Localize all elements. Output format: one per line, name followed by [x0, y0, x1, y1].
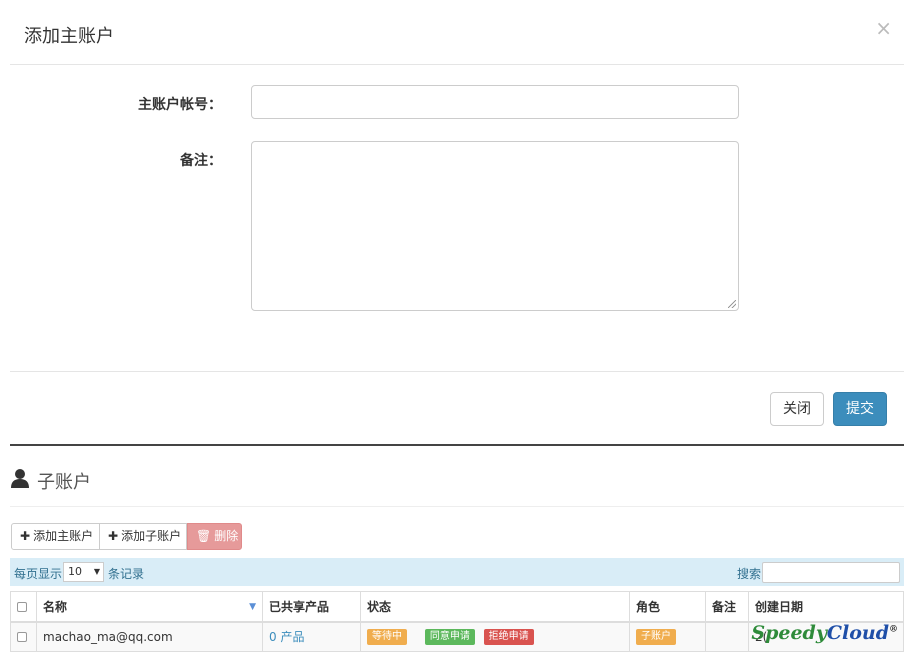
plus-icon: ✚	[108, 529, 119, 543]
select-all-checkbox[interactable]	[17, 601, 27, 612]
col-remark: 备注	[705, 591, 749, 623]
remark-textarea[interactable]	[251, 141, 739, 311]
col-role: 角色	[629, 591, 706, 623]
section-title: 子账户	[37, 472, 91, 493]
table-filter-bar: 每页显示 10 ▼ 条记录 搜索	[10, 558, 904, 586]
col-status: 状态	[360, 591, 630, 623]
modal-header: 添加主账户 ×	[10, 0, 904, 65]
speedycloud-watermark-logo: SpeedyCloud®	[751, 622, 898, 644]
add-main-account-modal: 添加主账户 × 主账户帐号： 备注： 关闭 提交	[0, 0, 914, 446]
col-created: 创建日期	[748, 591, 904, 623]
account-input[interactable]	[251, 85, 739, 119]
per-page-select[interactable]: 10 ▼	[63, 562, 104, 582]
divider	[10, 444, 904, 446]
row-role: 子账户	[629, 621, 706, 652]
plus-icon: ✚	[20, 529, 31, 543]
records-label: 条记录	[108, 567, 145, 581]
shared-products-link[interactable]: 0 产品	[269, 630, 304, 644]
col-name[interactable]: 名称 ▼	[36, 591, 263, 623]
approve-request-button[interactable]: 同意申请	[424, 629, 475, 646]
subaccount-section-header: 子账户	[10, 462, 904, 507]
col-shared: 已共享产品	[262, 591, 361, 623]
close-button[interactable]: 关闭	[770, 392, 824, 426]
chevron-down-icon: ▼	[93, 567, 100, 576]
role-badge: 子账户	[636, 629, 676, 646]
add-sub-account-button[interactable]: ✚ 添加子账户	[99, 523, 187, 550]
status-badge-waiting: 等待中	[367, 629, 407, 646]
user-icon	[11, 469, 29, 488]
reject-request-button[interactable]: 拒绝申请	[483, 629, 534, 646]
row-remark	[705, 621, 749, 652]
submit-button[interactable]: 提交	[833, 392, 887, 426]
row-status: 等待中 同意申请 拒绝申请	[360, 621, 630, 652]
select-all-checkbox-cell[interactable]	[10, 591, 37, 623]
sort-down-icon[interactable]: ▼	[249, 602, 256, 612]
search-label: 搜索	[737, 567, 762, 581]
search-input[interactable]	[762, 562, 900, 583]
resize-handle[interactable]	[728, 300, 736, 308]
remark-label: 备注：	[180, 153, 222, 169]
table-header-row: 名称 ▼ 已共享产品 状态 角色 备注 创建日期	[10, 591, 904, 623]
close-icon[interactable]: ×	[875, 18, 892, 38]
account-label: 主账户帐号：	[138, 97, 222, 113]
modal-title: 添加主账户	[24, 26, 114, 47]
row-checkbox[interactable]	[17, 632, 27, 643]
delete-button[interactable]: 🗑 删除	[187, 523, 242, 550]
row-checkbox-cell[interactable]	[10, 621, 37, 652]
modal-footer: 关闭 提交	[10, 371, 904, 446]
add-main-account-button[interactable]: ✚ 添加主账户	[11, 523, 100, 550]
per-page-label: 每页显示	[14, 567, 63, 581]
row-name: machao_ma@qq.com	[36, 621, 263, 652]
trash-icon: 🗑	[196, 529, 212, 543]
